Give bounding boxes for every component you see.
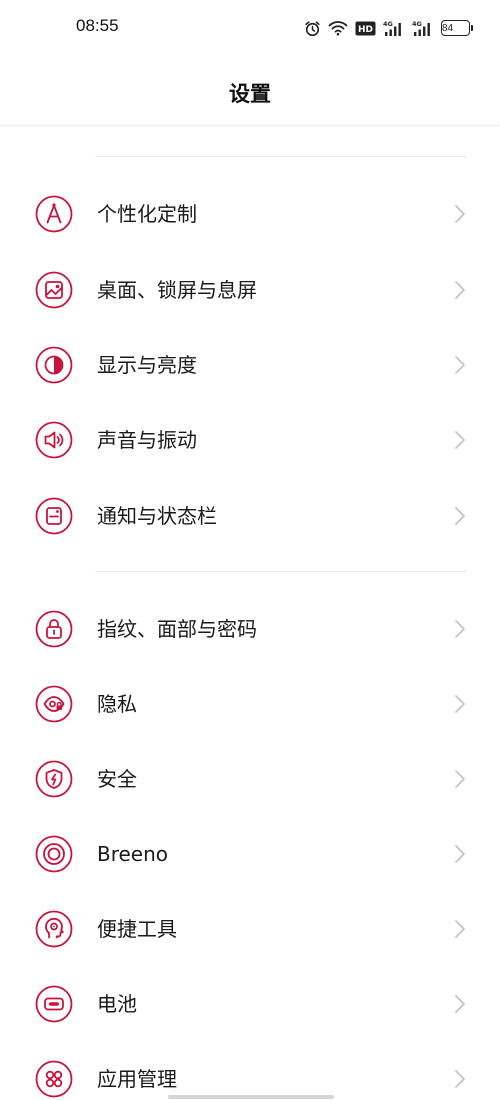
chevron-right-icon — [453, 280, 467, 300]
status-icons: HD 4G 4G 84 — [304, 17, 473, 39]
chevron-right-icon — [453, 204, 467, 224]
chevron-right-icon — [453, 769, 467, 789]
settings-item-breeno[interactable]: Breeno — [0, 822, 500, 886]
settings-item-personalization[interactable]: 个性化定制 — [0, 182, 500, 246]
settings-item-battery[interactable]: 电池 — [0, 972, 500, 1036]
group-divider — [95, 571, 467, 572]
page-title: 设置 — [229, 82, 271, 106]
settings-item-display[interactable]: 显示与亮度 — [0, 333, 500, 397]
settings-item-label: 电池 — [97, 992, 137, 1016]
settings-item-convenience-tools[interactable]: 便捷工具 — [0, 897, 500, 961]
status-time: 08:55 — [76, 16, 119, 35]
header: 设置 — [0, 56, 500, 126]
hd-badge-icon: HD — [355, 21, 376, 36]
cellular-signal-icon: 4G — [383, 20, 405, 37]
chevron-right-icon — [453, 619, 467, 639]
settings-item-app-management[interactable]: 应用管理 — [0, 1047, 500, 1100]
status-bar: 08:55 HD 4G 4G 84 — [0, 0, 500, 56]
settings-item-notification[interactable]: 通知与状态栏 — [0, 484, 500, 548]
home-indicator[interactable] — [168, 1095, 334, 1099]
network-type-label: 4G — [412, 20, 422, 28]
app-management-icon — [35, 1060, 73, 1098]
settings-item-privacy[interactable]: 隐私 — [0, 672, 500, 736]
convenience-tools-icon — [35, 910, 73, 948]
settings-item-wallpaper[interactable]: 桌面、锁屏与息屏 — [0, 258, 500, 322]
group-divider — [95, 156, 467, 157]
privacy-eye-icon — [35, 685, 73, 723]
wifi-icon — [328, 20, 348, 36]
breeno-icon — [35, 835, 73, 873]
settings-item-label: Breeno — [97, 842, 169, 866]
settings-item-label: 个性化定制 — [97, 202, 197, 226]
display-brightness-icon — [35, 346, 73, 384]
settings-item-label: 显示与亮度 — [97, 353, 197, 377]
lock-icon — [35, 610, 73, 648]
settings-item-label: 通知与状态栏 — [97, 504, 217, 528]
settings-item-label: 安全 — [97, 767, 137, 791]
chevron-right-icon — [453, 994, 467, 1014]
battery-icon — [35, 985, 73, 1023]
security-shield-icon — [35, 760, 73, 798]
battery-indicator: 84 — [441, 20, 473, 36]
wallpaper-icon — [35, 271, 73, 309]
settings-item-label: 应用管理 — [97, 1067, 177, 1091]
chevron-right-icon — [453, 694, 467, 714]
settings-item-label: 隐私 — [97, 692, 137, 716]
cellular-signal-icon: 4G — [412, 20, 434, 37]
settings-item-security[interactable]: 安全 — [0, 747, 500, 811]
settings-item-fingerprint-face-password[interactable]: 指纹、面部与密码 — [0, 597, 500, 661]
alarm-icon — [304, 20, 321, 37]
network-type-label: 4G — [383, 20, 393, 28]
personalization-icon — [35, 195, 73, 233]
sound-icon — [35, 421, 73, 459]
chevron-right-icon — [453, 1069, 467, 1089]
settings-item-label: 便捷工具 — [97, 917, 177, 941]
settings-item-label: 指纹、面部与密码 — [97, 617, 257, 641]
chevron-right-icon — [453, 506, 467, 526]
chevron-right-icon — [453, 919, 467, 939]
settings-item-label: 声音与振动 — [97, 428, 197, 452]
chevron-right-icon — [453, 430, 467, 450]
chevron-right-icon — [453, 355, 467, 375]
settings-item-label: 桌面、锁屏与息屏 — [97, 278, 257, 302]
notification-icon — [35, 497, 73, 535]
hd-badge-text: HD — [358, 25, 373, 35]
chevron-right-icon — [453, 844, 467, 864]
settings-item-sound[interactable]: 声音与振动 — [0, 408, 500, 472]
